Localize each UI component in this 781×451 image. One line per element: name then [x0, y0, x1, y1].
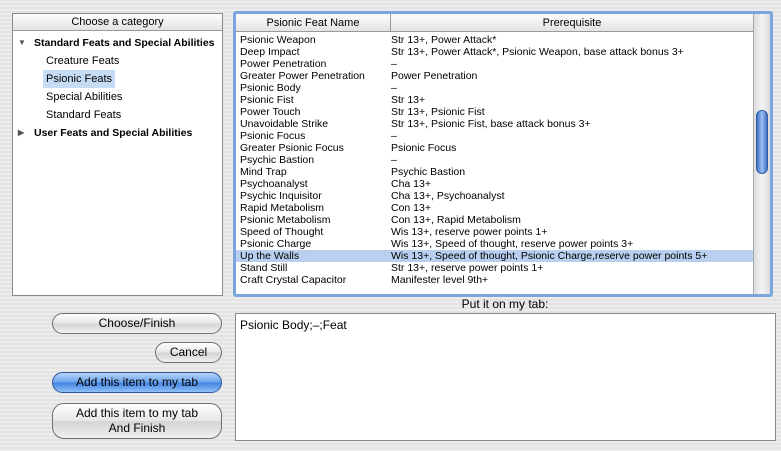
feat-name-cell: Greater Power Penetration [240, 70, 365, 82]
table-row[interactable]: Psionic Fist Str 13+ [236, 94, 753, 106]
feat-name-cell: Psychic Inquisitor [240, 190, 322, 202]
cancel-button[interactable]: Cancel [155, 342, 222, 363]
table-row[interactable]: Craft Crystal Capacitor Manifester level … [236, 274, 753, 286]
table-row[interactable]: Stand Still Str 13+, reserve power points… [236, 262, 753, 274]
feat-name-cell: Psychic Bastion [240, 154, 315, 166]
feat-name-cell: Psionic Fist [240, 94, 294, 106]
feat-name-cell: Psionic Metabolism [240, 214, 331, 226]
prerequisite-cell: Manifester level 9th+ [391, 274, 489, 286]
prerequisite-cell: Con 13+ [391, 202, 431, 214]
feat-table-rows: Psionic Weapon Str 13+, Power Attack* Deep… [236, 32, 753, 294]
category-label: Standard Feats [46, 109, 122, 121]
column-header-feat-name[interactable]: Psionic Feat Name [236, 14, 391, 32]
table-row[interactable]: Mind Trap Psychic Bastion [236, 166, 753, 178]
tab-output-text: Psionic Body;–;Feat [240, 318, 347, 332]
prerequisite-cell: Str 13+, Power Attack*, Psionic Weapon, … [391, 46, 684, 58]
table-header: Psionic Feat Name Prerequisite [236, 14, 753, 32]
table-row[interactable]: Psionic Body – [236, 82, 753, 94]
prerequisite-cell: Str 13+, reserve power points 1+ [391, 262, 544, 274]
vertical-scrollbar[interactable] [753, 14, 770, 294]
feat-name-cell: Power Touch [240, 106, 301, 118]
feat-name-cell: Speed of Thought [240, 226, 324, 238]
table-row[interactable]: Psychic Inquisitor Cha 13+, Psychoanalyst [236, 190, 753, 202]
category-item[interactable]: Special Abilities [13, 88, 222, 106]
feat-name-cell: Greater Psionic Focus [240, 142, 344, 154]
tab-output-label: Put it on my tab: [461, 297, 549, 311]
table-row[interactable]: Up the Walls Wis 13+, Speed of thought, P… [236, 250, 753, 262]
table-row[interactable]: Rapid Metabolism Con 13+ [236, 202, 753, 214]
category-item[interactable]: Psionic Feats [13, 70, 222, 88]
table-row[interactable]: Psionic Focus – [236, 130, 753, 142]
prerequisite-cell: Wis 13+, Speed of thought, reserve power… [391, 238, 634, 250]
table-row[interactable]: Greater Psionic Focus Psionic Focus [236, 142, 753, 154]
category-item[interactable]: Standard Feats [13, 106, 222, 124]
category-label: Special Abilities [46, 91, 123, 103]
add-item-button[interactable]: Add this item to my tab [52, 372, 222, 393]
table-row[interactable]: Power Penetration – [236, 58, 753, 70]
add-item-and-finish-button[interactable]: Add this item to my tab And Finish [52, 403, 222, 439]
prerequisite-cell: Cha 13+ [391, 178, 431, 190]
prerequisite-cell: – [391, 130, 397, 142]
prerequisite-cell: – [391, 58, 397, 70]
prerequisite-cell: Wis 13+, reserve power points 1+ [391, 226, 548, 238]
prerequisite-cell: – [391, 82, 397, 94]
feat-name-cell: Stand Still [240, 262, 288, 274]
feat-name-cell: Mind Trap [240, 166, 287, 178]
feat-name-cell: Deep Impact [240, 46, 300, 58]
feat-name-cell: Power Penetration [240, 58, 327, 70]
table-row[interactable]: Unavoidable Strike Str 13+, Psionic Fist,… [236, 118, 753, 130]
prerequisite-cell: Str 13+, Psionic Fist [391, 106, 485, 118]
category-header: Choose a category [13, 14, 222, 31]
feat-name-cell: Psychoanalyst [240, 178, 308, 190]
category-group[interactable]: ▼ Standard Feats and Special Abilities [13, 34, 222, 52]
table-row[interactable]: Greater Power Penetration Power Penetrati… [236, 70, 753, 82]
table-row[interactable]: Power Touch Str 13+, Psionic Fist [236, 106, 753, 118]
table-row[interactable]: Psionic Weapon Str 13+, Power Attack* [236, 34, 753, 46]
prerequisite-cell: Str 13+, Psionic Fist, base attack bonus… [391, 118, 591, 130]
feat-name-cell: Up the Walls [240, 250, 300, 262]
category-label: Creature Feats [46, 55, 120, 67]
prerequisite-cell: – [391, 154, 397, 166]
table-row[interactable]: Speed of Thought Wis 13+, reserve power p… [236, 226, 753, 238]
disclosure-triangle-right-icon[interactable]: ▶ [18, 124, 24, 142]
table-row[interactable]: Psychoanalyst Cha 13+ [236, 178, 753, 190]
category-label: Psionic Feats [43, 70, 116, 88]
column-header-prerequisite[interactable]: Prerequisite [391, 14, 753, 32]
table-row[interactable]: Psychic Bastion – [236, 154, 753, 166]
prerequisite-cell: Power Penetration [391, 70, 478, 82]
prerequisite-cell: Con 13+, Rapid Metabolism [391, 214, 521, 226]
category-item[interactable]: Creature Feats [13, 52, 222, 70]
feat-table: Psionic Feat Name Prerequisite Psionic W… [233, 11, 773, 297]
prerequisite-cell: Str 13+, Power Attack* [391, 34, 497, 46]
feat-name-cell: Psionic Weapon [240, 34, 316, 46]
table-row[interactable]: Psionic Metabolism Con 13+, Rapid Metabol… [236, 214, 753, 226]
tab-output-textarea[interactable]: Psionic Body;–;Feat [235, 313, 776, 441]
feat-name-cell: Craft Crystal Capacitor [240, 274, 347, 286]
table-row[interactable]: Psionic Charge Wis 13+, Speed of thought,… [236, 238, 753, 250]
choose-finish-button[interactable]: Choose/Finish [52, 313, 222, 334]
feat-name-cell: Psionic Body [240, 82, 301, 94]
category-label: User Feats and Special Abilities [34, 127, 193, 139]
category-group[interactable]: ▶ User Feats and Special Abilities [13, 124, 222, 142]
feat-name-cell: Psionic Focus [240, 130, 306, 142]
prerequisite-cell: Psychic Bastion [391, 166, 466, 178]
table-row[interactable]: Deep Impact Str 13+, Power Attack*, Psion… [236, 46, 753, 58]
feat-name-cell: Unavoidable Strike [240, 118, 329, 130]
prerequisite-cell: Str 13+ [391, 94, 426, 106]
prerequisite-cell: Wis 13+, Speed of thought, Psionic Charg… [391, 250, 708, 262]
feat-name-cell: Psionic Charge [240, 238, 312, 250]
disclosure-triangle-down-icon[interactable]: ▼ [18, 34, 26, 52]
prerequisite-cell: Psionic Focus [391, 142, 457, 154]
category-label: Standard Feats and Special Abilities [34, 37, 215, 49]
scrollbar-thumb[interactable] [756, 110, 768, 174]
feat-name-cell: Rapid Metabolism [240, 202, 325, 214]
category-pane: Choose a category ▼ Standard Feats and Sp… [12, 13, 223, 296]
prerequisite-cell: Cha 13+, Psychoanalyst [391, 190, 505, 202]
